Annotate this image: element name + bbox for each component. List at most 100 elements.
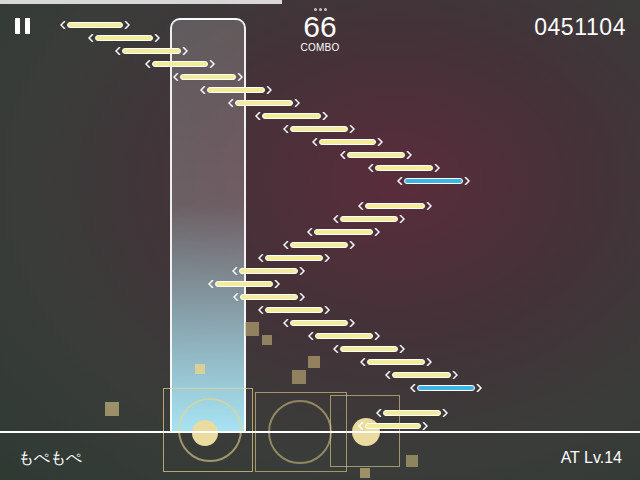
- hit-effect: [360, 468, 370, 478]
- hit-effect: [308, 356, 320, 368]
- note[interactable]: [258, 254, 330, 262]
- note-bar: [122, 48, 181, 54]
- note-bar: [215, 281, 273, 287]
- note[interactable]: [283, 125, 355, 133]
- chevron-icon: [228, 99, 234, 107]
- note[interactable]: [360, 358, 432, 366]
- note[interactable]: [258, 306, 330, 314]
- chevron-icon: [399, 215, 405, 223]
- chevron-icon: [283, 319, 289, 327]
- chevron-icon: [385, 371, 391, 379]
- chevron-icon: [209, 60, 215, 68]
- note[interactable]: [283, 319, 355, 327]
- chevron-icon: [308, 332, 314, 340]
- chevron-icon: [349, 241, 355, 249]
- hit-effect: [245, 322, 259, 336]
- chevron-icon: [410, 384, 416, 392]
- chevron-icon: [60, 21, 66, 29]
- note[interactable]: [340, 151, 412, 159]
- note[interactable]: [333, 215, 405, 223]
- chevron-icon: [173, 73, 179, 81]
- chevron-icon: [360, 358, 366, 366]
- note[interactable]: [410, 384, 482, 392]
- chevron-icon: [322, 112, 328, 120]
- combo-dots: [314, 8, 327, 12]
- chevron-icon: [115, 47, 121, 55]
- hit-effect: [292, 370, 306, 384]
- hit-effect: [192, 420, 218, 446]
- score: 0451104: [534, 14, 626, 40]
- note-bar: [239, 268, 298, 274]
- note-bar: [180, 74, 236, 80]
- note-bar: [315, 333, 373, 339]
- note-bar: [290, 126, 348, 132]
- chevron-icon: [422, 422, 428, 430]
- note[interactable]: [368, 164, 440, 172]
- note[interactable]: [397, 177, 470, 185]
- note[interactable]: [208, 280, 280, 288]
- chevron-icon: [434, 164, 440, 172]
- play-field[interactable]: [0, 0, 640, 480]
- chevron-icon: [124, 21, 130, 29]
- hit-effect: [406, 455, 418, 467]
- note-bar: [235, 100, 293, 106]
- note[interactable]: [88, 34, 160, 42]
- note-bar: [375, 165, 433, 171]
- chevron-icon: [232, 267, 238, 275]
- chevron-icon: [426, 202, 432, 210]
- note-bar: [262, 113, 321, 119]
- note-bar: [417, 385, 475, 391]
- chevron-icon: [255, 112, 261, 120]
- note[interactable]: [312, 138, 383, 146]
- chevron-icon: [442, 409, 448, 417]
- chevron-icon: [237, 73, 243, 81]
- note-bar: [95, 35, 153, 41]
- note[interactable]: [145, 60, 215, 68]
- chevron-icon: [258, 306, 264, 314]
- combo-count: 66: [303, 12, 336, 42]
- note[interactable]: [173, 73, 243, 81]
- note-bar: [290, 320, 348, 326]
- note[interactable]: [385, 371, 458, 379]
- note-bar: [347, 152, 405, 158]
- note[interactable]: [232, 267, 305, 275]
- note[interactable]: [333, 345, 405, 353]
- note[interactable]: [358, 202, 432, 210]
- note-bar: [392, 372, 451, 378]
- song-title: もぺもぺ: [18, 448, 82, 468]
- note[interactable]: [283, 241, 355, 249]
- note-bar: [319, 139, 376, 145]
- chevron-icon: [368, 164, 374, 172]
- chevron-icon: [399, 345, 405, 353]
- chevron-icon: [376, 409, 382, 417]
- hold-note[interactable]: [170, 18, 246, 432]
- note[interactable]: [255, 112, 328, 120]
- note-bar: [365, 203, 425, 209]
- note[interactable]: [376, 409, 448, 417]
- chevron-icon: [283, 241, 289, 249]
- chevron-icon: [476, 384, 482, 392]
- note-bar: [240, 294, 298, 300]
- note-bar: [265, 255, 323, 261]
- chevron-icon: [426, 358, 432, 366]
- chevron-icon: [299, 293, 305, 301]
- chevron-icon: [324, 254, 330, 262]
- chevron-icon: [208, 280, 214, 288]
- chevron-icon: [333, 345, 339, 353]
- note[interactable]: [228, 99, 300, 107]
- chevron-icon: [374, 332, 380, 340]
- pause-icon[interactable]: [14, 18, 32, 34]
- difficulty: AT Lv.14: [561, 448, 622, 468]
- note-bar: [365, 423, 421, 429]
- progress-fill: [0, 0, 282, 4]
- hud: 66 COMBO 0451104 もぺもぺ AT Lv.14: [0, 0, 640, 480]
- note-bar: [383, 410, 441, 416]
- note[interactable]: [308, 332, 380, 340]
- note[interactable]: [115, 47, 188, 55]
- note[interactable]: [358, 422, 428, 430]
- note[interactable]: [200, 86, 272, 94]
- note[interactable]: [233, 293, 305, 301]
- note[interactable]: [307, 228, 380, 236]
- chevron-icon: [154, 34, 160, 42]
- note[interactable]: [60, 21, 130, 29]
